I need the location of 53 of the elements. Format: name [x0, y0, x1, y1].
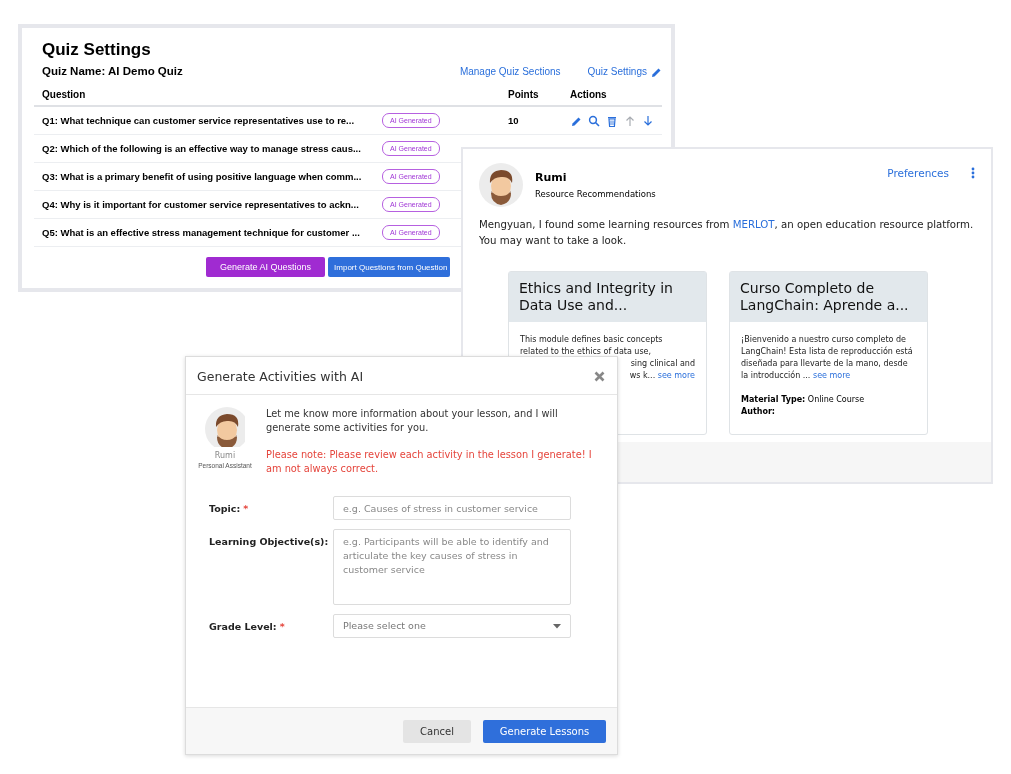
avatar-icon	[205, 407, 245, 447]
trash-icon[interactable]	[606, 114, 618, 127]
field-label: Topic:	[209, 503, 241, 514]
import-button[interactable]: Import Questions from Question	[328, 257, 451, 277]
window-title: Quiz Settings	[42, 40, 152, 60]
field-label: Author:	[741, 406, 777, 418]
required-mark: *	[279, 621, 285, 632]
generate-button[interactable]: Generate AI Questions	[206, 257, 326, 277]
assistant-name: Rumi	[535, 171, 568, 184]
question-cell: Q3: What is a primary benefit of using positive language when comm...	[34, 163, 374, 191]
generate-lessons-button[interactable]: Generate Lessons	[483, 719, 606, 743]
header-link[interactable]: Manage Quiz Sections	[459, 65, 561, 77]
card-description: sing clinical and	[629, 358, 695, 370]
card-description: This module defines basic concepts	[520, 334, 664, 346]
down-arrow-icon[interactable]	[642, 114, 654, 127]
quiz-name: Quiz Name: AI Demo Quiz	[42, 65, 184, 77]
close-icon[interactable]	[594, 371, 605, 382]
question-cell: Q5: What is an effective stress management technique for customer ...	[34, 219, 374, 247]
grade-select[interactable]: Please select one	[333, 614, 571, 638]
preferences-link[interactable]: Preferences	[887, 167, 949, 179]
question-cell: Q2: Which of the following is an effective way to manage stress caus...	[34, 135, 374, 163]
see-more-link[interactable]: see more	[812, 371, 851, 380]
resource-card[interactable]	[729, 271, 928, 435]
card-description: ¡Bienvenido a nuestro curso completo de LangChain! Esta lista de reproducción está diseñada para llevarte de la mano, desde la introducción ... see more	[741, 334, 914, 382]
question-cell: Q4: Why is it important for customer service representatives to ackn...	[34, 191, 374, 219]
panel-subtitle: Resource Recommendations	[535, 189, 657, 199]
required-mark: *	[243, 503, 249, 514]
field-label: Grade Level:	[209, 621, 277, 632]
field-label: Material Type:	[741, 395, 806, 404]
merlot-link[interactable]: MERLOT	[732, 219, 775, 230]
field-label: Learning Objective(s):	[209, 536, 329, 547]
dialog-title: Generate Activities with AI	[197, 369, 365, 384]
more-icon[interactable]	[971, 167, 975, 179]
card-description: related to the ethics of data use,	[520, 346, 653, 358]
message-text: Mengyuan, I found some learning resources from MERLOT, an open education resource platform. You may want to take a look.	[478, 218, 975, 248]
see-more-link[interactable]: see more	[657, 371, 695, 380]
field-value: Online Course	[807, 395, 865, 404]
topic-field[interactable]: e.g. Causes of stress in customer service	[333, 496, 571, 520]
column-header: Question	[34, 85, 374, 107]
card-title: Curso Completo de LangChain: Aprende a...	[740, 280, 910, 314]
cancel-button[interactable]: Cancel	[403, 719, 471, 743]
card-title: Ethics and Integrity in Data Use and...	[519, 280, 674, 314]
search-icon[interactable]	[588, 114, 600, 127]
objective-field[interactable]: e.g. Participants will be able to identify and articulate the key causes of stress in customer service	[333, 529, 571, 605]
column-header: Points	[500, 85, 562, 107]
column-header: Actions	[562, 85, 662, 107]
header-link[interactable]: Quiz Settings	[587, 65, 661, 77]
points-cell: 10	[500, 107, 562, 135]
avatar-icon	[479, 163, 523, 207]
caret-icon	[553, 623, 561, 629]
warning-note: Please note: Please review each activity in the lesson I generate! I am not always correct.	[266, 448, 593, 476]
question-cell: Q1: What technique can customer service representatives use to re...	[34, 107, 374, 135]
assistant-name: Rumi	[214, 451, 236, 460]
